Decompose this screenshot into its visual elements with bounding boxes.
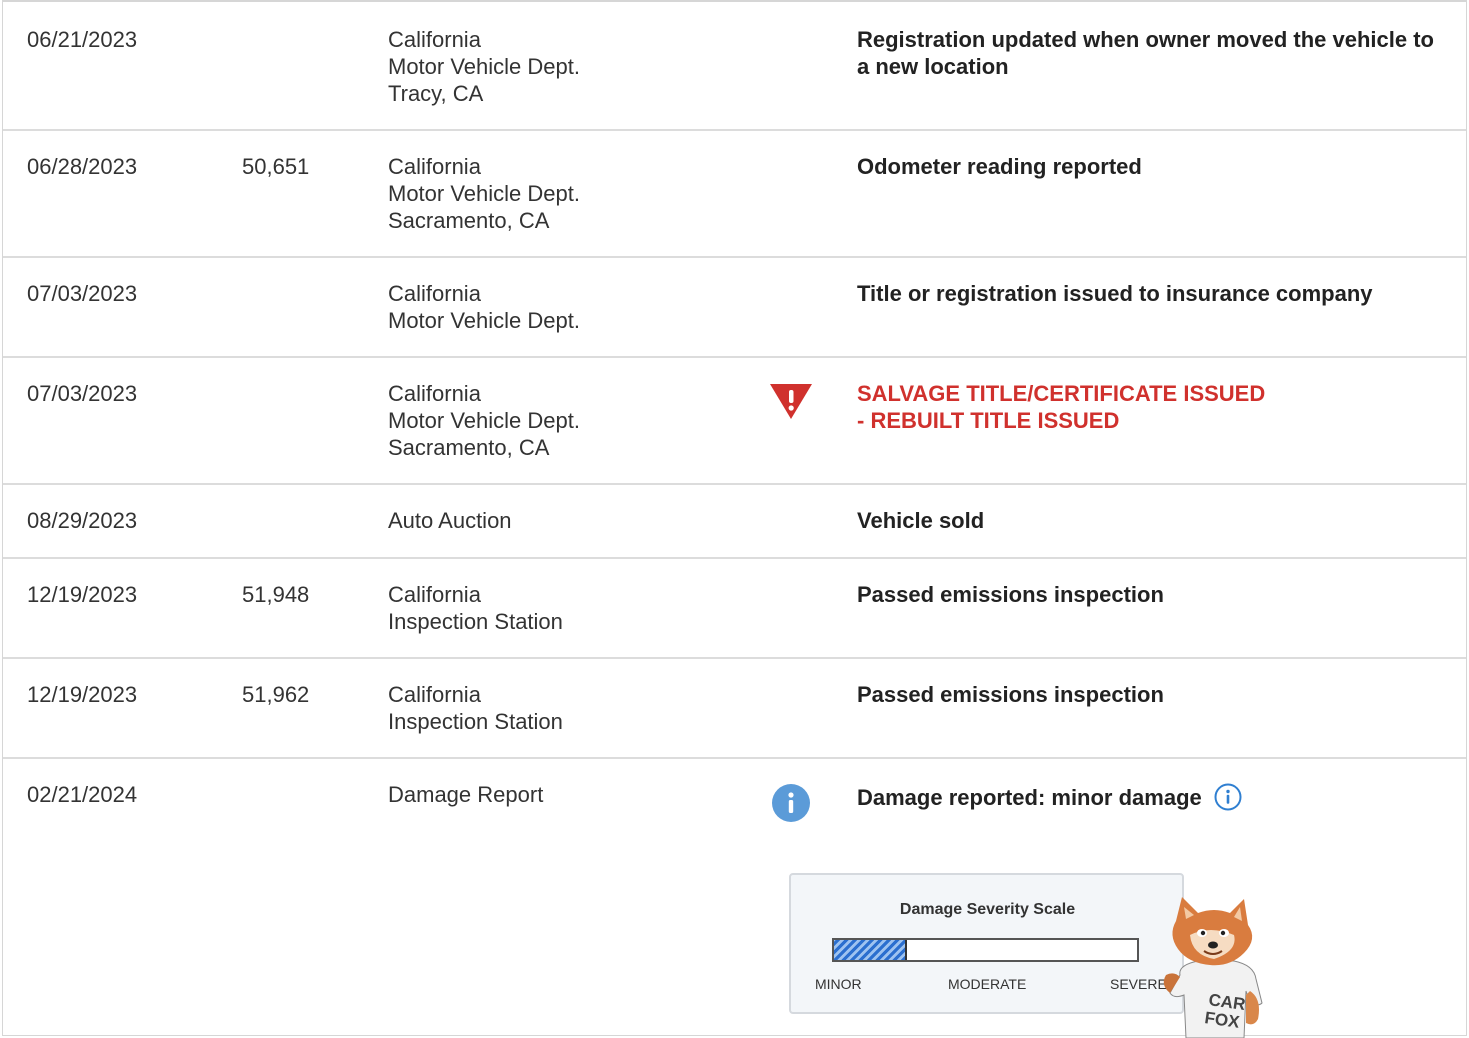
source-cell: California Motor Vehicle Dept. Sacrament… [388, 380, 580, 461]
source-cell: California Inspection Station [388, 581, 563, 635]
table-row: 06/21/2023 California Motor Vehicle Dept… [3, 2, 1466, 131]
severity-bar [832, 938, 1139, 962]
description-cell: SALVAGE TITLE/CERTIFICATE ISSUED - REBUI… [857, 380, 1447, 434]
source-cell: California Motor Vehicle Dept. Sacrament… [388, 153, 580, 234]
description-cell: Odometer reading reported [857, 154, 1142, 179]
source-cell: California Motor Vehicle Dept. [388, 280, 580, 334]
date-cell: 07/03/2023 [27, 381, 138, 406]
source-cell: California Motor Vehicle Dept. Tracy, CA [388, 26, 580, 107]
salvage-title-alert: SALVAGE TITLE/CERTIFICATE ISSUED [857, 381, 1266, 406]
source-cell: California Inspection Station [388, 681, 563, 735]
date-cell: 06/28/2023 [27, 154, 138, 179]
source-cell: Auto Auction [388, 507, 512, 534]
description-cell: Title or registration issued to insuranc… [857, 281, 1373, 306]
scale-label-moderate: MODERATE [948, 976, 1027, 992]
damage-description: Damage reported: minor damage [857, 785, 1202, 810]
source-line: California [388, 281, 481, 306]
table-row: 06/28/2023 50,651 California Motor Vehic… [3, 129, 1466, 258]
source-line: Sacramento, CA [388, 435, 550, 460]
date-cell: 08/29/2023 [27, 508, 138, 533]
source-cell: Damage Report [388, 781, 543, 808]
source-line: Auto Auction [388, 508, 512, 533]
carfox-mascot-icon: CAR FOX [1163, 897, 1263, 1038]
source-line: Motor Vehicle Dept. [388, 181, 580, 206]
severity-bar-fill [834, 940, 907, 960]
table-row: 07/03/2023 California Motor Vehicle Dept… [3, 356, 1466, 485]
alert-triangle-icon [770, 384, 812, 419]
source-line: California [388, 381, 481, 406]
odometer-cell: 51,948 [242, 582, 310, 607]
odometer-cell: 51,962 [242, 682, 310, 707]
info-outline-icon[interactable] [1214, 783, 1242, 811]
source-line: California [388, 154, 481, 179]
date-cell: 12/19/2023 [27, 682, 138, 707]
source-line: Sacramento, CA [388, 208, 550, 233]
table-row: 07/03/2023 California Motor Vehicle Dept… [3, 256, 1466, 358]
source-line: Damage Report [388, 782, 544, 807]
info-circle-icon [772, 784, 810, 822]
source-line: California [388, 582, 481, 607]
source-line: Tracy, CA [388, 81, 484, 106]
table-row: 12/19/2023 51,962 California Inspection … [3, 657, 1466, 759]
source-line: California [388, 682, 481, 707]
source-line: Motor Vehicle Dept. [388, 308, 580, 333]
table-row: 08/29/2023 Auto Auction Vehicle sold [3, 483, 1466, 559]
description-cell: Registration updated when owner moved th… [857, 27, 1434, 79]
source-line: Motor Vehicle Dept. [388, 408, 580, 433]
vehicle-history-table: 06/21/2023 California Motor Vehicle Dept… [2, 0, 1467, 1038]
scale-title: Damage Severity Scale [899, 901, 1076, 918]
source-line: California [388, 27, 481, 52]
date-cell: 06/21/2023 [27, 27, 138, 52]
description-cell: Damage reported: minor damage [857, 783, 1447, 813]
description-cell: Passed emissions inspection [857, 682, 1164, 707]
source-line: Motor Vehicle Dept. [388, 54, 580, 79]
odometer-cell: 50,651 [242, 154, 310, 179]
description-cell: Vehicle sold [857, 508, 985, 533]
table-row: 12/19/2023 51,948 California Inspection … [3, 557, 1466, 659]
description-cell: Passed emissions inspection [857, 582, 1164, 607]
date-cell: 02/21/2024 [27, 782, 138, 807]
date-cell: 07/03/2023 [27, 281, 138, 306]
damage-severity-scale: Damage Severity Scale MINOR MODERATE SEV… [789, 873, 1184, 1014]
source-line: Inspection Station [388, 609, 563, 634]
source-line: Inspection Station [388, 709, 563, 734]
scale-label-minor: MINOR [815, 976, 862, 992]
date-cell: 12/19/2023 [27, 582, 138, 607]
rebuilt-title-alert: - REBUILT TITLE ISSUED [857, 408, 1120, 433]
